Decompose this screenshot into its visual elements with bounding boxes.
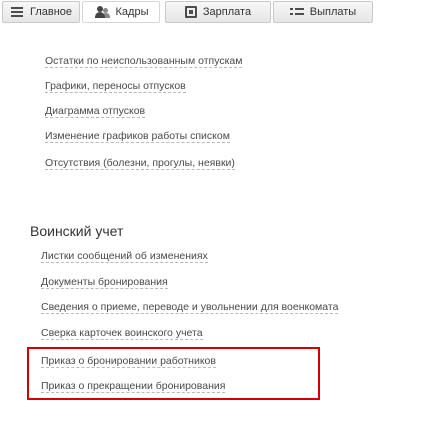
link-order-stop-reservation[interactable]: Приказ о прекращении бронирования [41, 380, 226, 393]
tab-payments-label: Выплаты [309, 6, 357, 18]
link-vacation-schedules[interactable]: Графики, переносы отпусков [45, 80, 186, 93]
link-order-reserve-employees[interactable]: Приказ о бронировании работников [41, 355, 216, 368]
tab-salary-label: Зарплата [202, 6, 252, 18]
link-absences[interactable]: Отсутствия (болезни, прогулы, неявки) [45, 157, 235, 170]
link-vacation-diagram[interactable]: Диаграмма отпусков [45, 105, 146, 118]
sheet-icon [184, 6, 197, 18]
tab-payments[interactable]: Выплаты [273, 1, 373, 23]
link-hiring-info-for-military[interactable]: Сведения о приеме, переводе и увольнении… [41, 301, 339, 314]
tab-main-label: Главное [29, 6, 73, 18]
menu-icon [10, 6, 24, 18]
tab-personnel-label: Кадры [115, 6, 149, 18]
tab-personnel[interactable]: Кадры [82, 1, 160, 23]
link-military-cards-reconciliation[interactable]: Сверка карточек воинского учета [41, 327, 203, 340]
link-change-notice-sheets[interactable]: Листки сообщений об изменениях [41, 250, 208, 263]
section-tab-bar: Главное Кадры Зарплата Выплаты [0, 0, 448, 26]
link-reservation-documents[interactable]: Документы бронирования [41, 276, 168, 289]
people-icon [94, 6, 110, 18]
military-section-heading: Воинский учет [30, 223, 124, 239]
link-unused-vacation-balances[interactable]: Остатки по неиспользованным отпускам [45, 55, 243, 68]
tab-main[interactable]: Главное [2, 1, 80, 23]
tab-salary[interactable]: Зарплата [165, 1, 271, 23]
link-change-work-schedules[interactable]: Изменение графиков работы списком [45, 130, 230, 143]
list-icon [289, 6, 304, 18]
